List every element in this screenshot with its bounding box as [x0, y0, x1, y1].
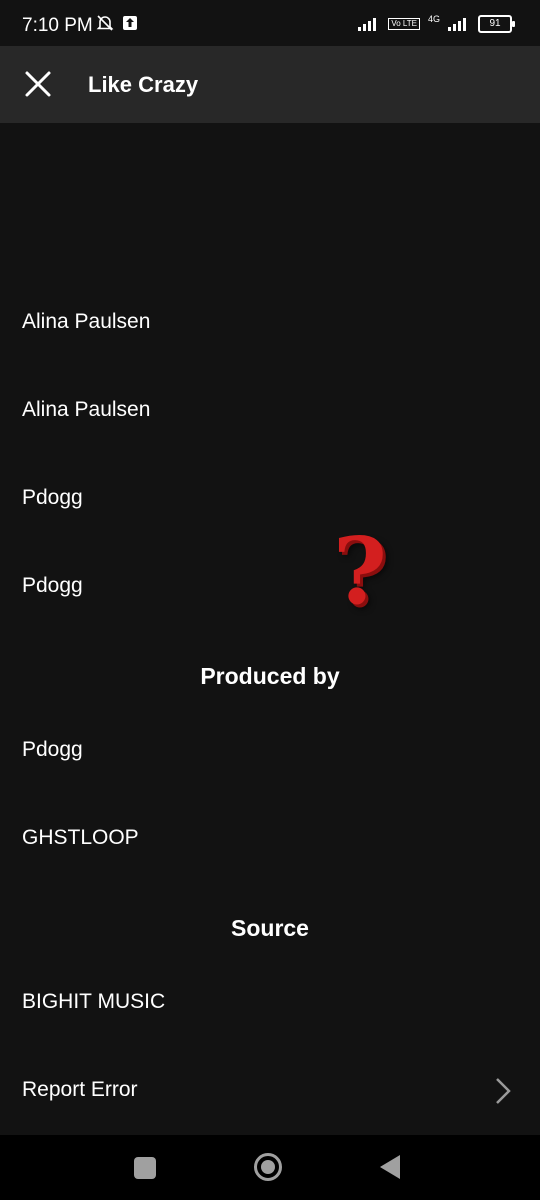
credit-row-writer-1[interactable]: Alina Paulsen [22, 310, 150, 334]
chevron-right-icon[interactable] [494, 1076, 512, 1106]
source-row-1[interactable]: BIGHIT MUSIC [22, 990, 165, 1014]
square-icon[interactable] [134, 1157, 156, 1179]
question-mark-overlay: ? [333, 517, 387, 625]
battery-indicator: 91 [478, 15, 515, 33]
report-error-link[interactable]: Report Error [22, 1078, 138, 1102]
network-type: 4G [427, 14, 440, 24]
circle-icon[interactable] [254, 1153, 282, 1181]
status-left-icons [96, 14, 138, 32]
credit-row-writer-3[interactable]: Pdogg [22, 486, 83, 510]
system-nav-bar [0, 1135, 540, 1200]
status-time: 7:10 PM [22, 15, 93, 36]
close-icon [25, 71, 51, 97]
credit-row-writer-4[interactable]: Pdogg [22, 574, 83, 598]
producer-row-2[interactable]: GHSTLOOP [22, 826, 139, 850]
muted-bell-icon [96, 15, 114, 31]
page-title: Like Crazy [88, 72, 199, 97]
produced-by-heading: Produced by [200, 663, 340, 689]
credit-row-writer-2[interactable]: Alina Paulsen [22, 398, 150, 422]
producer-row-1[interactable]: Pdogg [22, 738, 83, 762]
signal-icon [358, 18, 377, 31]
source-heading: Source [231, 915, 309, 941]
upload-icon [123, 16, 137, 30]
status-right-icons: Vo LTE 4G 91 [358, 14, 515, 33]
triangle-back-icon[interactable] [380, 1155, 400, 1179]
volte-badge: Vo LTE [388, 18, 420, 30]
signal-icon-2 [448, 18, 466, 31]
app-header: Like Crazy [0, 46, 540, 123]
close-button[interactable] [20, 66, 56, 102]
credits-list: Alina Paulsen Alina Paulsen Pdogg Pdogg … [0, 123, 540, 1135]
status-bar: 7:10 PM Vo LTE 4G 91 [0, 0, 540, 46]
